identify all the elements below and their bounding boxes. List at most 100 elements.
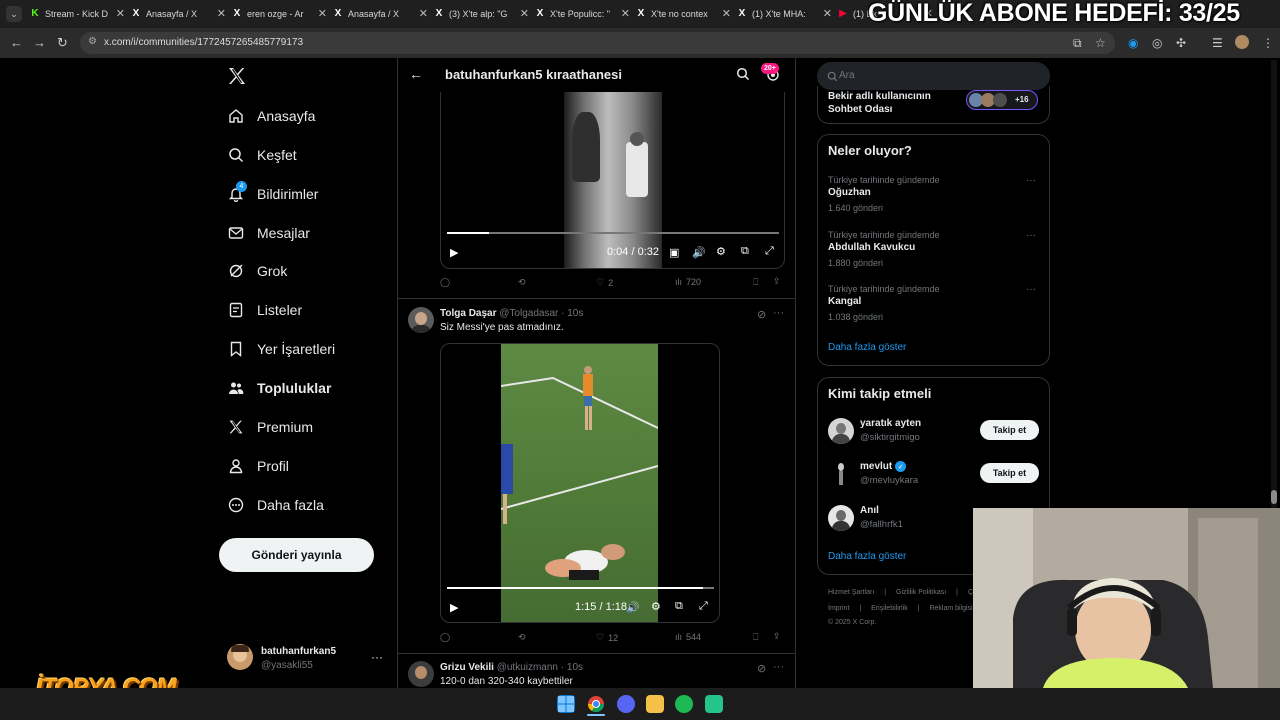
like-button[interactable]: ♡ 12	[596, 632, 618, 643]
reply-button[interactable]: ◯	[440, 277, 450, 288]
pip-icon[interactable]: ⧉	[741, 245, 749, 258]
footer-link-imprint[interactable]: İmprint	[828, 605, 849, 612]
video-settings-icon[interactable]: ⚙	[651, 600, 661, 613]
footer-link-accessibility[interactable]: Erişilebilirlik	[871, 605, 908, 612]
nav-item-communities[interactable]: Topluluklar	[228, 376, 331, 400]
trend-name[interactable]: Abdullah Kavukcu	[828, 242, 915, 253]
tab-close-icon[interactable]: ✕	[116, 7, 125, 20]
tab-close-icon[interactable]: ✕	[520, 7, 529, 20]
extension-audio-icon[interactable]: ◉	[1128, 36, 1138, 50]
who-to-follow-show-more-link[interactable]: Daha fazla göster	[828, 551, 906, 562]
search-icon[interactable]	[736, 67, 750, 81]
trend-name[interactable]: Oğuzhan	[828, 187, 871, 198]
fullscreen-icon[interactable]: ⤢	[765, 245, 774, 258]
more-icon[interactable]: ···	[773, 661, 784, 673]
footer-link-privacy[interactable]: Gizlilik Politikası	[896, 589, 946, 596]
back-icon[interactable]: ←	[10, 35, 23, 50]
scrollbar-thumb[interactable]	[1271, 490, 1277, 504]
tab-close-icon[interactable]: ✕	[217, 7, 226, 20]
install-app-icon[interactable]: ⧉	[1073, 36, 1082, 51]
reading-list-icon[interactable]: ☰	[1212, 36, 1223, 50]
follow-button[interactable]: Takip et	[980, 463, 1039, 483]
spotify-icon[interactable]	[675, 695, 693, 713]
grok-icon[interactable]: ⊘	[757, 662, 766, 675]
repost-button[interactable]: ⟲	[518, 277, 526, 288]
play-icon[interactable]: ▶	[450, 246, 458, 259]
nav-item-list[interactable]: Listeler	[228, 298, 302, 322]
site-info-icon[interactable]: ⚙	[88, 36, 97, 47]
bookmark-button[interactable]: ⎕	[753, 632, 758, 643]
pip-icon[interactable]: ⧉	[675, 600, 683, 613]
browser-tab[interactable]: X Anasayfa / X ✕	[333, 4, 428, 24]
nav-item-bell[interactable]: 4 Bildirimler	[228, 181, 318, 206]
tab-search-button[interactable]: ⌄	[6, 6, 22, 22]
nav-item-search[interactable]: Keşfet	[228, 143, 297, 167]
video-settings-icon[interactable]: ⚙	[716, 245, 726, 258]
browser-tab[interactable]: X X'te no contex ✕	[636, 4, 731, 24]
file-explorer-icon[interactable]	[646, 695, 664, 713]
browser-tab[interactable]: X (1) X'te MHA: ✕	[737, 4, 832, 24]
author-name[interactable]: Grizu Vekili	[440, 662, 494, 673]
nav-item-mail[interactable]: Mesajlar	[228, 221, 310, 245]
author-handle[interactable]: @Tolgadasar	[499, 308, 558, 319]
suggested-user-name[interactable]: Anıl	[860, 505, 879, 516]
browser-tab[interactable]: X (3) X'te alp: "G ✕	[434, 4, 529, 24]
avatar[interactable]	[828, 461, 854, 487]
extensions-puzzle-icon[interactable]: ✣	[1176, 36, 1186, 50]
more-icon[interactable]: ···	[773, 307, 784, 319]
avatar[interactable]	[828, 505, 854, 531]
volume-icon[interactable]: 🔊	[692, 246, 706, 259]
forward-icon[interactable]: →	[33, 35, 46, 50]
extension-icon[interactable]: ◎	[1152, 36, 1162, 50]
url-bar[interactable]: ⚙ x.com/i/communities/177245726548577917…	[80, 32, 1115, 54]
post-button[interactable]: Gönderi yayınla	[219, 538, 374, 572]
tab-close-icon[interactable]: ✕	[823, 7, 832, 20]
suggested-user-name[interactable]: yaratık ayten	[860, 418, 921, 429]
nav-item-home[interactable]: Anasayfa	[228, 104, 315, 128]
back-arrow-icon[interactable]: ←	[409, 66, 423, 82]
browser-tab[interactable]: Xeren ozge - Ar ✕	[232, 4, 327, 24]
fullscreen-icon[interactable]: ⤢	[699, 600, 708, 613]
suggested-user-name[interactable]: mevlut	[860, 461, 892, 472]
avatar[interactable]	[408, 307, 434, 333]
post-time[interactable]: 10s	[567, 308, 583, 319]
avatar[interactable]	[408, 661, 434, 687]
profile-avatar[interactable]	[1235, 35, 1249, 49]
like-button[interactable]: ♡ 2	[596, 277, 613, 288]
nav-item-x-logo[interactable]: Premium	[228, 415, 313, 439]
share-button[interactable]: ⇪	[773, 276, 781, 287]
footer-link-ads-info[interactable]: Reklam bilgisi	[929, 605, 972, 612]
repost-button[interactable]: ⟲	[518, 632, 526, 643]
author-handle[interactable]: @utkuizmann	[497, 662, 558, 673]
reload-icon[interactable]: ↻	[57, 35, 68, 51]
browser-tab[interactable]: X Anasayfa / X ✕	[131, 4, 226, 24]
follow-button[interactable]: Takip et	[980, 420, 1039, 440]
trend-more-icon[interactable]: ···	[1026, 284, 1036, 295]
share-button[interactable]: ⇪	[773, 631, 781, 642]
play-icon[interactable]: ▶	[450, 601, 458, 614]
tab-close-icon[interactable]: ✕	[621, 7, 630, 20]
browser-tab[interactable]: X X'te Populicc: " ✕	[535, 4, 630, 24]
nav-item-more-circle[interactable]: Daha fazla	[228, 493, 324, 517]
author-name[interactable]: Tolga Daşar	[440, 308, 497, 319]
video-progress-track[interactable]	[447, 587, 714, 589]
video-player[interactable]: ▶ 1:15 / 1:18 🔊 ⚙ ⧉ ⤢	[440, 343, 720, 623]
windows-start-icon[interactable]	[557, 695, 575, 713]
trend-more-icon[interactable]: ···	[1026, 175, 1036, 186]
browser-tab[interactable]: K Stream - Kick D ✕	[30, 4, 125, 24]
obs-app-icon[interactable]	[705, 695, 723, 713]
grok-icon[interactable]: ⊘	[757, 308, 766, 321]
account-menu-icon[interactable]: ···	[371, 650, 383, 664]
captions-icon[interactable]: ▣	[669, 246, 679, 259]
volume-icon[interactable]: 🔊	[626, 601, 640, 614]
menu-kebab-icon[interactable]: ⋮	[1262, 36, 1274, 50]
nav-item-bookmark[interactable]: Yer İşaretleri	[228, 337, 335, 361]
video-player[interactable]: ▶ 0:04 / 0:32 ▣ 🔊 ⚙ ⧉ ⤢	[440, 92, 785, 269]
chat-participants[interactable]: +16	[966, 90, 1038, 110]
trend-name[interactable]: Kangal	[828, 296, 861, 307]
video-progress-track[interactable]	[447, 232, 779, 234]
views-button[interactable]: ılı 544	[675, 632, 701, 642]
x-logo-icon[interactable]	[227, 66, 247, 86]
avatar[interactable]	[828, 418, 854, 444]
tab-close-icon[interactable]: ✕	[318, 7, 327, 20]
